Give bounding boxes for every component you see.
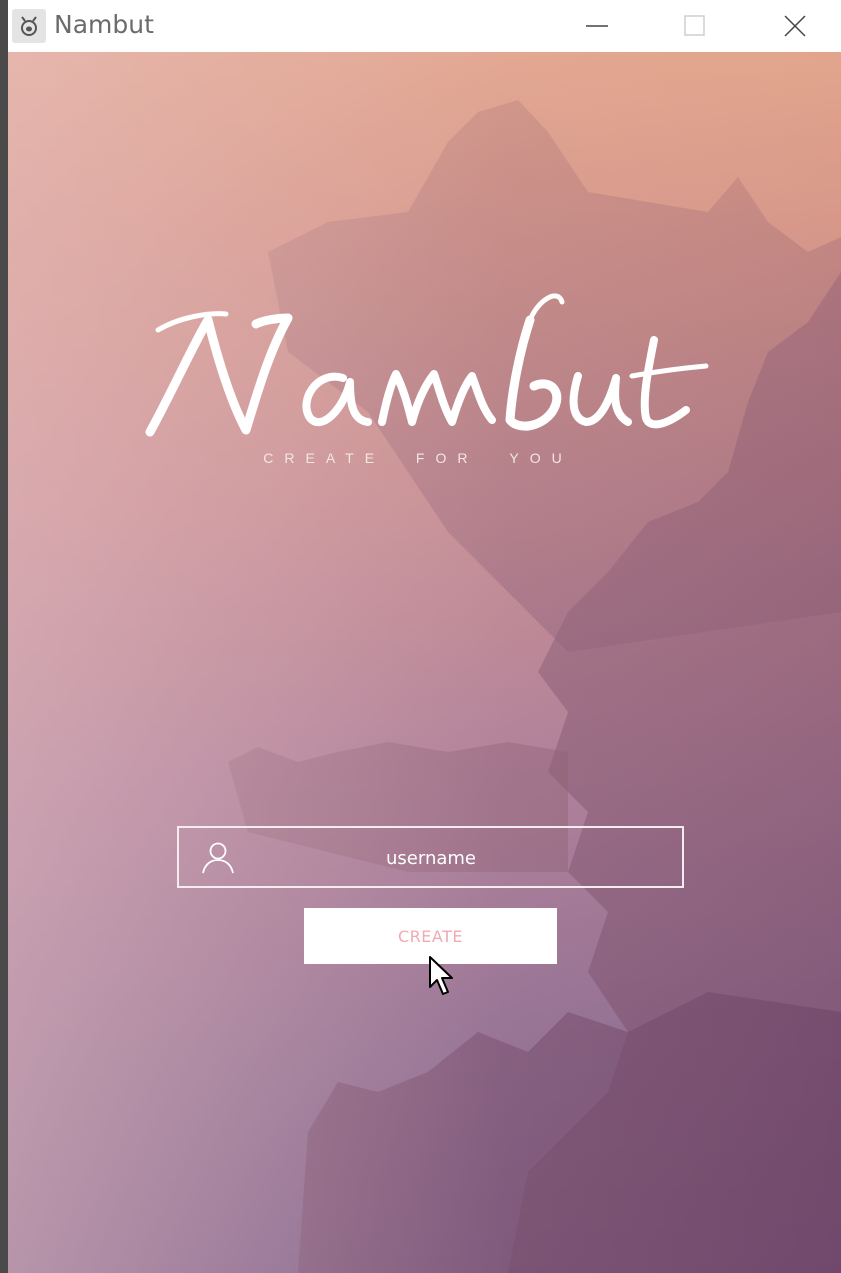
nambut-logo — [145, 293, 709, 437]
app-icon[interactable] — [12, 9, 46, 43]
tagline-word: CREATE — [263, 450, 386, 466]
close-button[interactable] — [772, 6, 818, 46]
close-icon — [784, 15, 806, 37]
tagline-word: YOU — [509, 450, 573, 466]
app-window: Nambut CREATE FOR YOU username CREATE — [8, 0, 841, 1273]
maximize-button[interactable] — [672, 6, 718, 46]
maximize-icon — [684, 15, 705, 36]
window-title: Nambut — [54, 10, 154, 39]
tagline: CREATE FOR YOU — [208, 450, 628, 466]
user-icon — [202, 842, 234, 874]
tagline-word: FOR — [415, 450, 479, 466]
username-input[interactable] — [239, 828, 623, 888]
login-screen: CREATE FOR YOU CREATE — [8, 52, 841, 1273]
username-field[interactable] — [177, 826, 684, 888]
minimize-icon — [586, 25, 608, 27]
mountain-background — [8, 52, 841, 1273]
minimize-button[interactable] — [574, 6, 620, 46]
title-bar: Nambut — [8, 0, 841, 52]
mouse-cursor-icon — [429, 956, 453, 995]
